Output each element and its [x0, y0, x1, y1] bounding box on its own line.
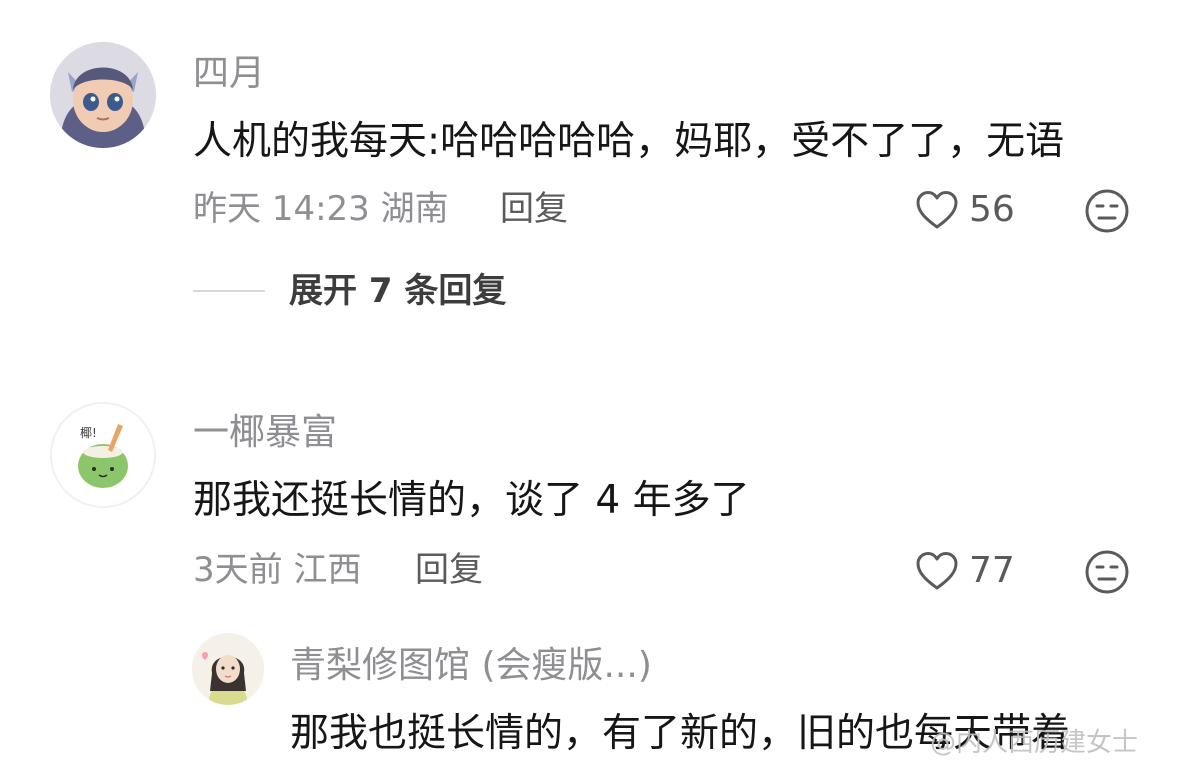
- avatar[interactable]: [192, 633, 264, 705]
- reply-author-name[interactable]: 青梨修图馆 (会瘦版...): [290, 646, 652, 686]
- heart-outline-icon: [916, 552, 958, 590]
- like-count: 77: [969, 550, 1015, 591]
- like-count: 56: [969, 189, 1015, 230]
- girl-avatar-image: [192, 633, 264, 705]
- avatar[interactable]: [50, 42, 156, 148]
- elf-avatar-image: [50, 42, 156, 148]
- comment-author-name[interactable]: 四月: [193, 54, 265, 94]
- comment-time: 昨天 14:23: [193, 189, 370, 229]
- comment-meta: 3天前 江西: [193, 551, 361, 589]
- comment-location: 湖南: [380, 189, 449, 229]
- neutral-face-icon: [1085, 189, 1129, 233]
- avatar-label: 椰!: [80, 426, 97, 440]
- comment-location: 江西: [293, 550, 362, 590]
- comment-text: 那我还挺长情的，谈了 4 年多了: [193, 478, 750, 523]
- coconut-avatar-image: [52, 404, 154, 506]
- comment-text: 人机的我每天:哈哈哈哈哈，妈耶，受不了了，无语: [193, 119, 1065, 164]
- heart-outline-icon: [916, 191, 958, 229]
- expand-replies-button[interactable]: 展开 7 条回复: [193, 272, 506, 310]
- avatar[interactable]: 椰!: [50, 402, 156, 508]
- like-button[interactable]: 56: [915, 190, 1015, 230]
- neutral-face-icon: [1085, 550, 1129, 594]
- like-button[interactable]: 77: [915, 551, 1015, 591]
- comment-meta: 昨天 14:23 湖南: [193, 190, 449, 228]
- emoji-reaction-button[interactable]: [1084, 188, 1130, 234]
- reply-button[interactable]: 回复: [500, 190, 568, 228]
- weibo-watermark: @内人西历建女士: [930, 728, 1139, 758]
- reply-button[interactable]: 回复: [415, 551, 483, 589]
- expand-replies-label: 展开 7 条回复: [289, 271, 507, 311]
- divider-line: [193, 290, 265, 292]
- comment-author-name[interactable]: 一椰暴富: [193, 413, 337, 453]
- emoji-reaction-button[interactable]: [1084, 549, 1130, 595]
- comment-time: 3天前: [193, 550, 283, 590]
